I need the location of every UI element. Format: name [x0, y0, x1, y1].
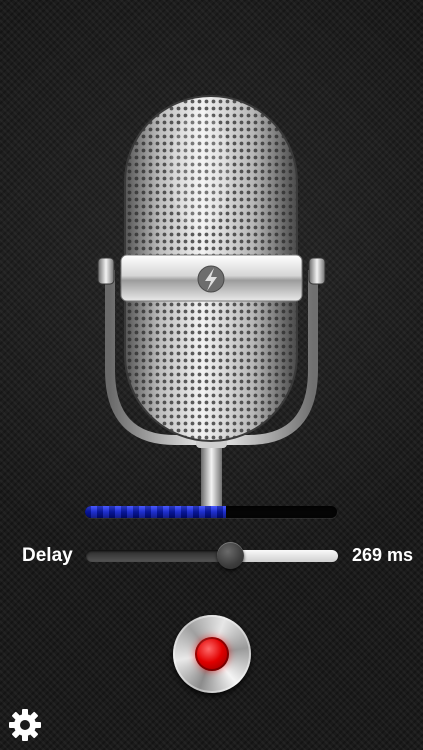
audio-level-fill: [85, 506, 227, 518]
delay-value: 269 ms: [351, 545, 413, 565]
delay-slider[interactable]: [86, 542, 338, 569]
delay-label: Delay: [22, 545, 73, 566]
record-button[interactable]: [173, 615, 251, 693]
delay-slider-thumb[interactable]: [216, 542, 244, 569]
gear-icon: [9, 709, 41, 741]
lightning-bolt-icon: [197, 265, 225, 293]
microphone-graphic: [0, 0, 423, 510]
settings-button[interactable]: [8, 708, 42, 742]
record-icon: [195, 637, 229, 671]
delay-slider-remaining-track: [229, 550, 338, 562]
audio-level-meter: [85, 506, 337, 518]
